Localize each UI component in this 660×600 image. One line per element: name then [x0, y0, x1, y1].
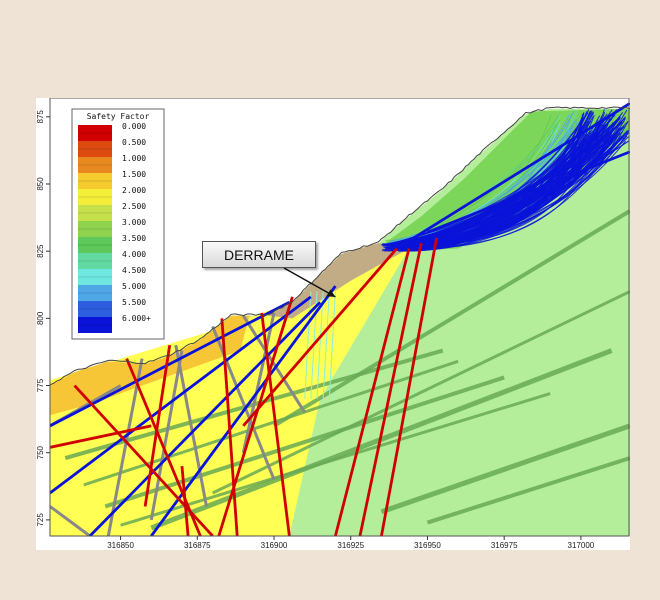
plot-area: 316850 316875 316900 316925 316950 316975 3170… — [36, 98, 630, 550]
legend-title: Safety Factor — [87, 112, 150, 121]
y-tick-label: 875 — [36, 110, 45, 124]
legend-label: 5.500 — [122, 298, 146, 307]
derrame-callout: DERRAME — [202, 241, 316, 268]
y-tick-label: 825 — [36, 244, 45, 258]
legend-label: 4.500 — [122, 266, 146, 275]
legend-label: 0.500 — [122, 138, 146, 147]
legend-label: 3.000 — [122, 218, 146, 227]
x-tick-label: 316950 — [414, 541, 441, 550]
legend-label: 6.000+ — [122, 314, 151, 323]
legend-label: 0.000 — [122, 122, 146, 131]
legend-label: 2.000 — [122, 186, 146, 195]
legend-label: 1.500 — [122, 170, 146, 179]
legend-label: 1.000 — [122, 154, 146, 163]
legend-label: 2.500 — [122, 202, 146, 211]
x-tick-label: 316900 — [261, 541, 288, 550]
y-tick-label: 750 — [36, 445, 45, 459]
x-tick-label: 316875 — [184, 541, 211, 550]
legend-label: 5.000 — [122, 282, 146, 291]
chart-figure: 316850 316875 316900 316925 316950 316975 3170… — [36, 98, 630, 550]
y-tick-label: 775 — [36, 378, 45, 392]
x-tick-label: 316850 — [107, 541, 134, 550]
x-tick-label: 316975 — [491, 541, 518, 550]
x-tick-label: 317000 — [568, 541, 595, 550]
legend-label: 3.500 — [122, 234, 146, 243]
y-tick-label: 725 — [36, 513, 45, 527]
x-tick-label: 316925 — [337, 541, 364, 550]
y-tick-label: 800 — [36, 311, 45, 325]
legend-label: 4.000 — [122, 250, 146, 259]
y-tick-label: 850 — [36, 177, 45, 191]
legend: Safety Factor0.000 0.500 1.000 1.500 2.000 2.… — [71, 108, 165, 340]
